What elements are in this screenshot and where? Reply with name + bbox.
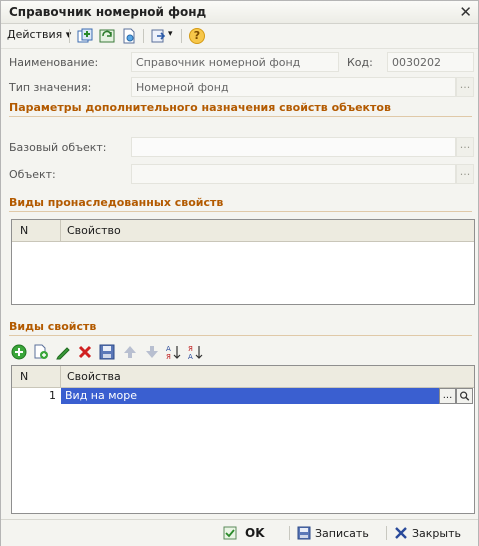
base-object-field[interactable] [131,137,456,157]
name-label: Наименование: [9,56,99,69]
add-copy-icon[interactable] [77,28,93,44]
object-field[interactable] [131,164,456,184]
table-row[interactable]: 1 Вид на море ... [12,388,474,404]
base-object-select-button[interactable]: ... [456,137,474,157]
params-section-title: Параметры дополнительного назначения сво… [9,101,391,114]
svg-text:A: A [188,353,193,360]
base-object-label: Базовый объект: [9,141,107,154]
svg-text:Я: Я [166,353,171,360]
properties-section-title: Виды свойств [9,320,97,333]
actions-menu-button[interactable]: Действия ▾ [7,28,71,41]
toolbar-separator [143,29,144,43]
object-label: Объект: [9,168,56,181]
column-header-properties[interactable]: Свойства [67,370,121,383]
document-icon[interactable] [121,28,137,44]
toolbar-separator [386,526,387,540]
save-icon [297,526,311,540]
window-title: Справочник номерной фонд [9,5,207,19]
type-label: Тип значения: [9,81,92,94]
toolbar-separator [69,29,70,43]
type-select-button[interactable]: ... [456,77,474,97]
main-toolbar: Действия ▾ ▾ ? [1,24,478,49]
save-button[interactable]: Записать [297,526,369,540]
move-down-icon[interactable] [144,344,160,360]
title-bar: Справочник номерной фонд ✕ [1,1,478,24]
column-header-n[interactable]: N [20,224,28,237]
name-field[interactable]: Справочник номерной фонд [131,52,339,72]
svg-text:Я: Я [188,345,193,353]
refresh-icon[interactable] [99,28,115,44]
code-field[interactable]: 0030202 [387,52,474,72]
bottom-bar: OK Записать Закрыть [1,519,478,546]
dialog-window: Справочник номерной фонд ✕ Действия ▾ ▾ [0,0,479,546]
row-select-button[interactable]: ... [439,388,456,404]
row-value[interactable]: Вид на море [61,388,439,404]
row-number: 1 [49,389,56,402]
type-field[interactable]: Номерной фонд [131,77,456,97]
object-select-button[interactable]: ... [456,164,474,184]
chevron-down-icon[interactable]: ▾ [168,29,173,39]
ok-check-icon [223,526,237,540]
close-icon[interactable]: ✕ [459,3,472,21]
ok-label: OK [245,526,265,540]
toolbar-separator [181,29,182,43]
close-button[interactable]: Закрыть [394,526,461,540]
column-divider [60,220,61,241]
toolbar-separator [289,526,290,540]
table-header: N Свойство [12,220,474,242]
properties-table[interactable]: N Свойства 1 Вид на море ... [11,365,475,514]
divider [9,211,472,212]
sort-desc-icon[interactable]: Я A [188,344,204,360]
delete-icon[interactable] [77,344,93,360]
edit-icon[interactable] [55,344,71,360]
svg-text:A: A [166,345,171,353]
ok-button[interactable]: OK [223,526,265,540]
code-label: Код: [347,56,373,69]
divider [9,116,472,117]
help-icon[interactable]: ? [189,28,205,44]
close-label: Закрыть [412,527,461,540]
add-icon[interactable] [11,344,27,360]
save-label: Записать [315,527,369,540]
save-icon[interactable] [99,344,115,360]
copy-icon[interactable] [33,344,49,360]
column-header-property[interactable]: Свойство [67,224,121,237]
move-up-icon[interactable] [122,344,138,360]
table-header: N Свойства [12,366,474,388]
inherited-properties-table[interactable]: N Свойство [11,219,475,305]
actions-label: Действия [7,28,63,41]
column-divider [60,366,61,387]
sort-asc-icon[interactable]: A Я [166,344,182,360]
go-icon[interactable] [151,28,167,44]
divider [9,335,472,336]
column-header-n[interactable]: N [20,370,28,383]
close-icon [395,527,407,539]
inherited-section-title: Виды пронаследованных свойств [9,196,224,209]
search-icon[interactable] [456,388,473,404]
